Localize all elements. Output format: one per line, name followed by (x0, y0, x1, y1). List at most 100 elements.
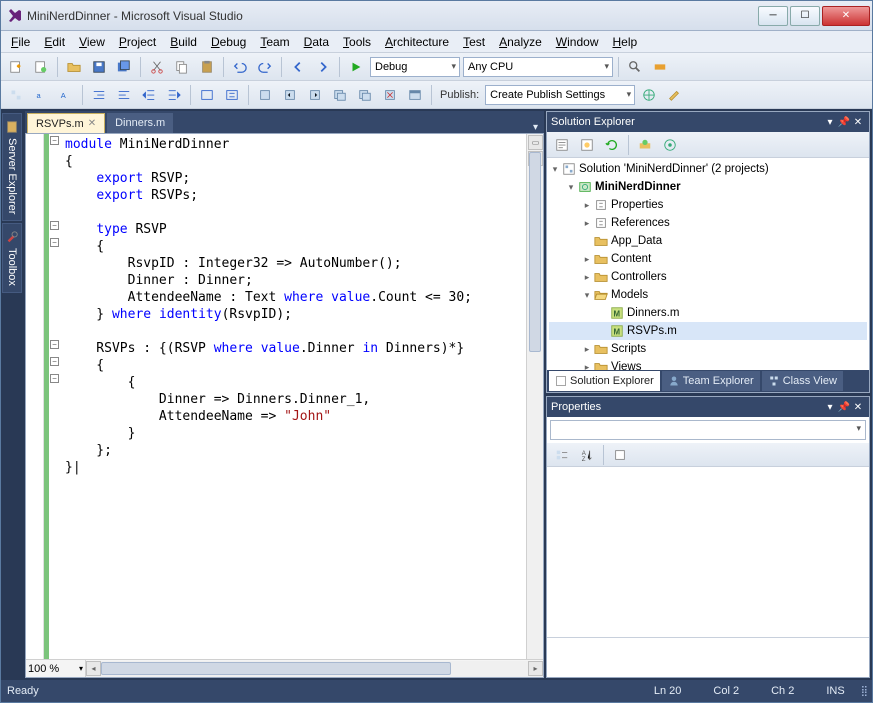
menu-architecture[interactable]: Architecture (379, 33, 455, 51)
fold-toggle[interactable]: − (50, 238, 59, 247)
panel-tab-team-explorer[interactable]: Team Explorer (662, 371, 760, 391)
menu-debug[interactable]: Debug (205, 33, 252, 51)
bookmark-prev-button[interactable] (279, 84, 301, 106)
file-tab-inactive[interactable]: Dinners.m (107, 113, 173, 133)
start-debug-button[interactable] (345, 56, 367, 78)
comment-button[interactable]: a (30, 84, 52, 106)
server-explorer-tab[interactable]: Server Explorer (2, 113, 22, 221)
bookmark-next-button[interactable] (304, 84, 326, 106)
bookmark-window-button[interactable] (404, 84, 426, 106)
file-tab-active[interactable]: RSVPs.m✕ (27, 113, 105, 133)
menu-project[interactable]: Project (113, 33, 162, 51)
panel-close-button[interactable]: ✕ (851, 402, 865, 413)
tree-item[interactable]: App_Data (549, 232, 867, 250)
tree-item[interactable]: ▾MiniNerdDinner (549, 178, 867, 196)
solution-tree[interactable]: ▾Solution 'MiniNerdDinner' (2 projects)▾… (547, 158, 869, 370)
add-item-button[interactable] (30, 56, 52, 78)
expander-icon[interactable]: ▸ (581, 254, 593, 265)
save-all-button[interactable] (113, 56, 135, 78)
expander-icon[interactable]: ▸ (581, 200, 593, 211)
outdent-button[interactable] (113, 84, 135, 106)
indent-inc-button[interactable] (138, 84, 160, 106)
save-button[interactable] (88, 56, 110, 78)
fold-toggle[interactable]: − (50, 374, 59, 383)
panel-pin-button[interactable]: 📌 (837, 402, 851, 413)
bookmark-nextfolder-button[interactable] (354, 84, 376, 106)
split-button[interactable]: ▭ (528, 135, 543, 150)
undo-button[interactable] (229, 56, 251, 78)
nav-forward-button[interactable] (312, 56, 334, 78)
properties-object-select[interactable] (550, 420, 866, 440)
expander-icon[interactable]: ▸ (581, 218, 593, 229)
menu-file[interactable]: File (5, 33, 36, 51)
nest-button[interactable] (634, 134, 656, 156)
redo-button[interactable] (254, 56, 276, 78)
tree-item[interactable]: ▸References (549, 214, 867, 232)
new-project-button[interactable] (5, 56, 27, 78)
property-pages-button[interactable] (609, 444, 631, 466)
expander-icon[interactable]: ▸ (581, 362, 593, 371)
properties-button[interactable] (551, 134, 573, 156)
panel-tab-class-view[interactable]: Class View (762, 371, 843, 391)
expander-icon[interactable]: ▾ (549, 164, 561, 175)
publish-web-button[interactable] (638, 84, 660, 106)
maximize-button[interactable]: ☐ (790, 6, 820, 26)
alphabetical-button[interactable]: AZ (576, 444, 598, 466)
menu-team[interactable]: Team (254, 33, 295, 51)
fold-toggle[interactable]: − (50, 357, 59, 366)
vertical-scrollbar[interactable]: ▭ ▴ (526, 134, 543, 659)
scroll-thumb[interactable] (529, 152, 541, 352)
zoom-select[interactable]: 100 %▾ (26, 660, 86, 677)
expander-icon[interactable]: ▾ (581, 290, 593, 301)
tree-item[interactable]: ▸Properties (549, 196, 867, 214)
fold-toggle[interactable]: − (50, 136, 59, 145)
tab-dropdown-button[interactable]: ▾ (529, 122, 542, 133)
comment-out-button[interactable] (196, 84, 218, 106)
toolbox-tab[interactable]: Toolbox (2, 223, 22, 293)
menu-data[interactable]: Data (298, 33, 335, 51)
paste-button[interactable] (196, 56, 218, 78)
find-button[interactable] (624, 56, 646, 78)
close-button[interactable]: ✕ (822, 6, 870, 26)
panel-dropdown-button[interactable]: ▾ (823, 402, 837, 413)
menu-build[interactable]: Build (164, 33, 203, 51)
tree-item[interactable]: ▾Solution 'MiniNerdDinner' (2 projects) (549, 160, 867, 178)
tree-item[interactable]: ▾Models (549, 286, 867, 304)
code-editor[interactable]: −−−−−− module MiniNerdDinner { export RS… (26, 134, 543, 659)
uncomment-out-button[interactable] (221, 84, 243, 106)
panel-dropdown-button[interactable]: ▾ (823, 117, 837, 128)
publish-settings-button[interactable] (663, 84, 685, 106)
indent-dec-button[interactable] (163, 84, 185, 106)
minimize-button[interactable]: ─ (758, 6, 788, 26)
open-button[interactable] (63, 56, 85, 78)
menu-tools[interactable]: Tools (337, 33, 377, 51)
uncomment-button[interactable]: A (55, 84, 77, 106)
menu-view[interactable]: View (73, 33, 111, 51)
scroll-left-button[interactable]: ◂ (86, 661, 101, 676)
close-tab-icon[interactable]: ✕ (88, 118, 96, 129)
tree-item[interactable]: ▸Scripts (549, 340, 867, 358)
resize-grip-icon[interactable]: ⣿ (861, 686, 866, 697)
tree-item[interactable]: MDinners.m (549, 304, 867, 322)
hscroll-thumb[interactable] (101, 662, 451, 675)
platform-select[interactable]: Any CPU (463, 57, 613, 77)
object-member-button[interactable] (5, 84, 27, 106)
indent-button[interactable] (88, 84, 110, 106)
bookmark-prevfolder-button[interactable] (329, 84, 351, 106)
copy-button[interactable] (171, 56, 193, 78)
menu-test[interactable]: Test (457, 33, 491, 51)
panel-close-button[interactable]: ✕ (851, 117, 865, 128)
menu-analyze[interactable]: Analyze (493, 33, 548, 51)
nav-back-button[interactable] (287, 56, 309, 78)
refresh-button[interactable] (601, 134, 623, 156)
config-select[interactable]: Debug (370, 57, 460, 77)
tree-item[interactable]: ▸Views (549, 358, 867, 370)
menu-window[interactable]: Window (550, 33, 605, 51)
fold-toggle[interactable]: − (50, 221, 59, 230)
expander-icon[interactable]: ▾ (565, 182, 577, 193)
tree-item[interactable]: ▸Controllers (549, 268, 867, 286)
horizontal-scrollbar[interactable]: ◂ ▸ (86, 661, 543, 677)
scroll-right-button[interactable]: ▸ (528, 661, 543, 676)
menu-edit[interactable]: Edit (38, 33, 71, 51)
fold-toggle[interactable]: − (50, 340, 59, 349)
